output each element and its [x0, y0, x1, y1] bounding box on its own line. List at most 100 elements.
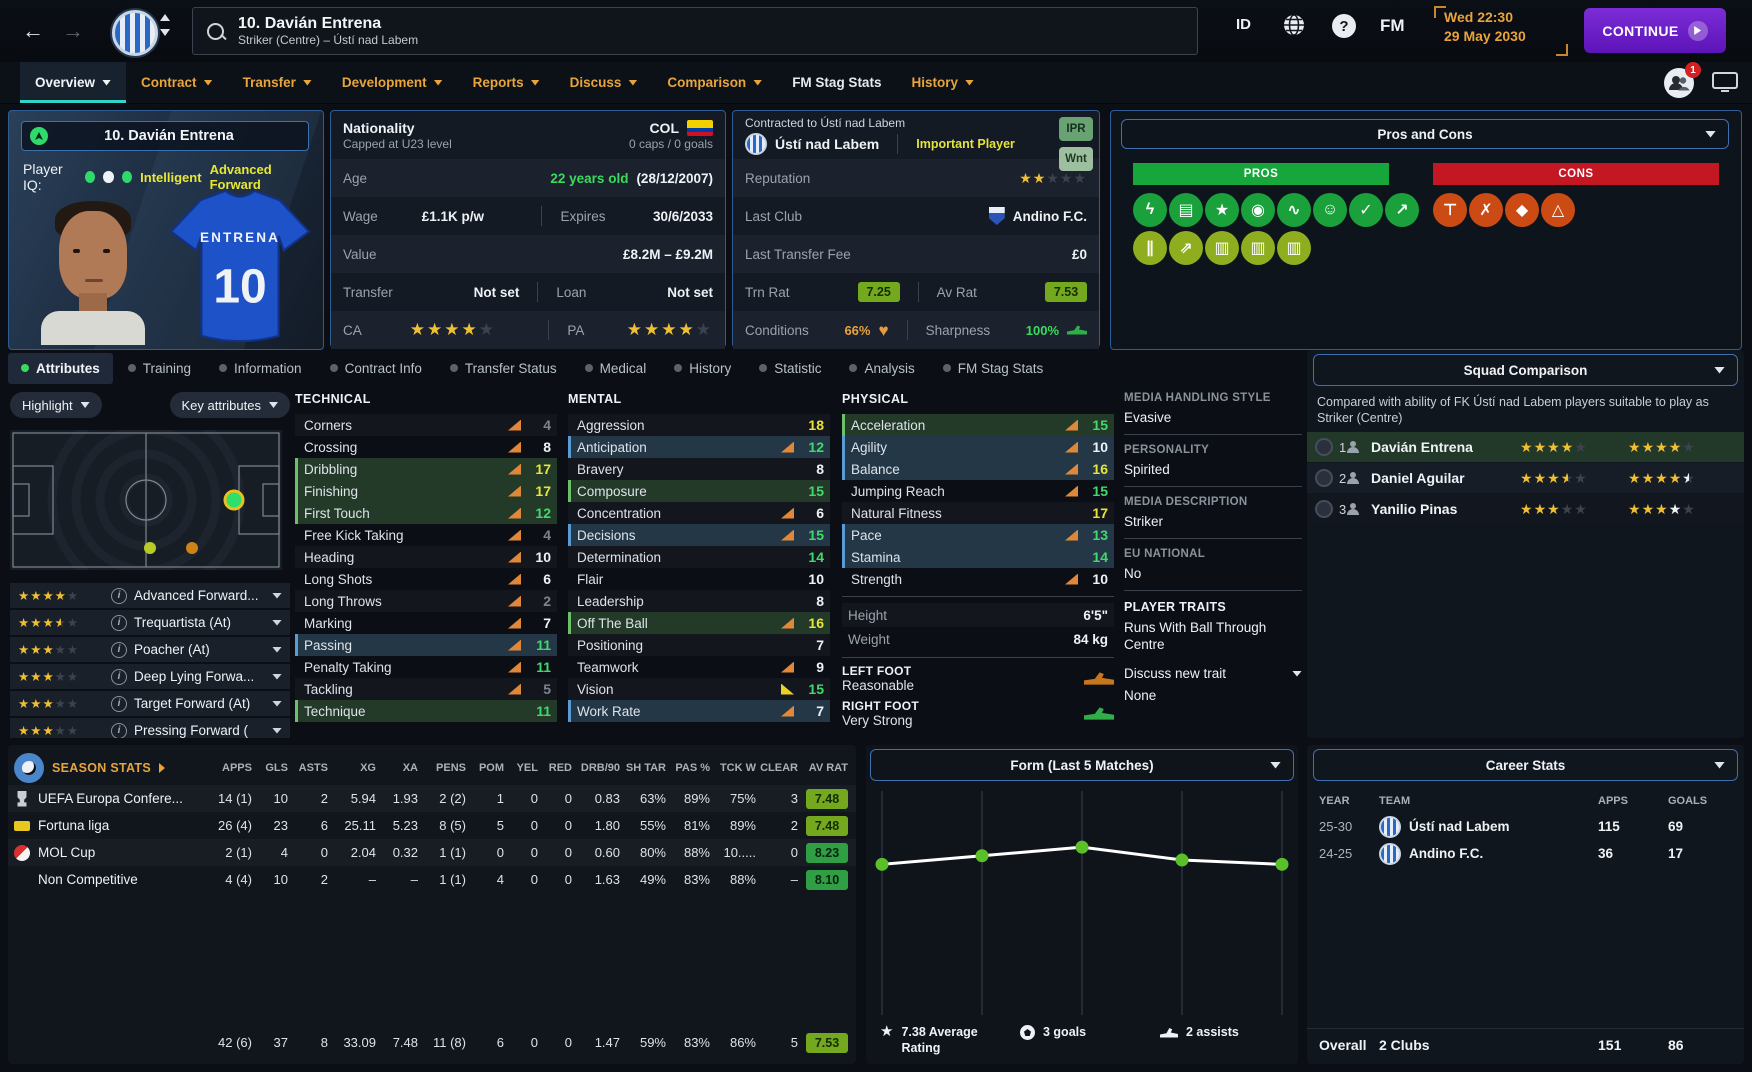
improvement-arrow-icon: [1065, 463, 1078, 475]
club-badge-icon[interactable]: [112, 10, 158, 56]
info-icon[interactable]: [111, 641, 127, 658]
help-icon[interactable]: ?: [1332, 14, 1356, 38]
nav-tab[interactable]: FM Stag Stats: [777, 62, 896, 103]
pro-trait-icon[interactable]: ϟ: [1133, 193, 1167, 227]
career-years: 25-30: [1319, 819, 1353, 834]
squad-comparison-row[interactable]: 3 Yanilio Pinas ★★★★★ ★★★★★: [1307, 494, 1744, 524]
con-trait-icon[interactable]: ⊤: [1433, 193, 1467, 227]
chevron-down-icon: [203, 79, 213, 86]
squad-comparison-row[interactable]: 2 Daniel Aguilar ★★★★ ★ ★ ★★★★: [1307, 463, 1744, 493]
role-row[interactable]: ★★★★★ Target Forward (At): [10, 691, 290, 716]
nav-tab[interactable]: Overview: [20, 62, 127, 103]
stat-column-header: APPS: [222, 762, 252, 774]
con-trait-icon[interactable]: ✗: [1469, 193, 1503, 227]
career-team[interactable]: Ústí nad Labem: [1379, 815, 1598, 838]
pro-trait-icon[interactable]: ↗: [1385, 193, 1419, 227]
pro-trait-icon[interactable]: ★: [1205, 193, 1239, 227]
last-club-name[interactable]: Andino F.C.: [1013, 209, 1087, 224]
stat-drb90: 1.63: [594, 872, 620, 887]
nav-tab[interactable]: Development: [327, 62, 458, 103]
pros-cons-header[interactable]: Pros and Cons: [1121, 119, 1729, 149]
section-tab-label: Contract Info: [344, 360, 422, 376]
date-widget[interactable]: Wed 22:30 29 May 2030: [1434, 6, 1568, 56]
step-up-icon[interactable]: [160, 14, 170, 21]
section-tab[interactable]: Medical: [572, 353, 660, 384]
form-header[interactable]: Form (Last 5 Matches): [870, 749, 1294, 781]
social-icon[interactable]: 1: [1664, 62, 1701, 101]
section-tab[interactable]: Transfer Status: [437, 353, 570, 384]
discuss-new-trait-dropdown[interactable]: Discuss new trait: [1124, 665, 1302, 682]
improvement-arrow-icon: [508, 529, 521, 541]
section-tab[interactable]: Information: [206, 353, 315, 384]
forward-arrow-icon[interactable]: →: [56, 14, 90, 48]
attribute-value: 7: [543, 615, 551, 631]
id-button[interactable]: ID: [1236, 16, 1251, 33]
notification-badge: 1: [1685, 62, 1701, 78]
chevron-down-icon[interactable]: [272, 619, 282, 626]
section-tab[interactable]: FM Stag Stats: [930, 353, 1057, 384]
nav-tab[interactable]: Comparison: [652, 62, 777, 103]
pro-trait-icon[interactable]: ▤: [1169, 193, 1203, 227]
club-stepper[interactable]: [160, 14, 170, 36]
main-nav: Overview Contract Transfer Development R…: [0, 62, 1752, 104]
chevron-down-icon[interactable]: [272, 727, 282, 734]
chevron-down-icon[interactable]: [272, 673, 282, 680]
con-trait-icon[interactable]: ◆: [1505, 193, 1539, 227]
pro-trait-icon[interactable]: ◉: [1241, 193, 1275, 227]
pros-cons-panel: Pros and Cons PROS CONS ϟ ▤ ★ ◉ ∿ ☺ ✓ ↗ ∥ ⇗ ▥ ▥ ▥ ⊤…: [1110, 110, 1742, 350]
club-name[interactable]: Ústí nad Labem: [775, 135, 879, 153]
con-trait-icon[interactable]: △: [1541, 193, 1575, 227]
pro-trait-icon[interactable]: ▥: [1205, 231, 1239, 265]
pro-trait-icon[interactable]: ▥: [1277, 231, 1311, 265]
nav-tab[interactable]: History: [896, 62, 989, 103]
nav-tab[interactable]: Reports: [458, 62, 555, 103]
world-icon[interactable]: [1282, 13, 1306, 40]
chevron-down-icon[interactable]: [272, 646, 282, 653]
pro-trait-icon[interactable]: ⇗: [1169, 231, 1203, 265]
stat-clear: 0: [790, 845, 798, 860]
section-tab[interactable]: Statistic: [746, 353, 834, 384]
career-team[interactable]: Andino F.C.: [1379, 842, 1598, 865]
search-bar[interactable]: 10. Davián Entrena Striker (Centre) – Ús…: [192, 7, 1198, 55]
highlight-dropdown[interactable]: Highlight: [10, 392, 102, 418]
section-tab[interactable]: Attributes: [8, 352, 113, 384]
stat-column-header: PAS %: [675, 762, 710, 774]
role-row[interactable]: ★★★★★ Poacher (At): [10, 637, 290, 662]
squad-comparison-header[interactable]: Squad Comparison: [1313, 354, 1738, 386]
pro-trait-icon[interactable]: ☺: [1313, 193, 1347, 227]
section-tab[interactable]: Contract Info: [317, 353, 435, 384]
pro-trait-icon[interactable]: ▥: [1241, 231, 1275, 265]
nav-tab[interactable]: Discuss: [555, 62, 653, 103]
monitor-icon[interactable]: [1712, 72, 1738, 97]
info-icon[interactable]: [111, 614, 127, 631]
role-row[interactable]: ★★★★★ Pressing Forward (: [10, 718, 290, 738]
career-stats-header[interactable]: Career Stats: [1313, 749, 1738, 781]
step-down-icon[interactable]: [160, 29, 170, 36]
pro-trait-icon[interactable]: ∿: [1277, 193, 1311, 227]
chevron-down-icon[interactable]: [272, 700, 282, 707]
player-name-bar[interactable]: 10. Davián Entrena: [21, 121, 309, 151]
info-icon[interactable]: [111, 668, 127, 685]
nav-tab[interactable]: Transfer: [228, 62, 327, 103]
pro-trait-icon[interactable]: ✓: [1349, 193, 1383, 227]
stat-pom: 4: [496, 872, 504, 887]
role-row[interactable]: ★★★★★ Advanced Forward...: [10, 583, 290, 608]
squad-comparison-row[interactable]: 1 Davián Entrena ★★★★★ ★★★★★: [1307, 432, 1744, 462]
chevron-down-icon[interactable]: [272, 592, 282, 599]
section-tab[interactable]: Analysis: [836, 353, 927, 384]
key-attributes-dropdown[interactable]: Key attributes: [169, 392, 290, 418]
season-stats-link[interactable]: SEASON STATS: [14, 753, 202, 783]
role-row[interactable]: ★★★★★ Deep Lying Forwa...: [10, 664, 290, 689]
back-arrow-icon[interactable]: ←: [16, 14, 50, 48]
section-tab[interactable]: Training: [115, 353, 204, 384]
stat-avg-rating-badge: 7.48: [806, 788, 848, 809]
info-icon[interactable]: [111, 695, 127, 712]
pro-trait-icon[interactable]: ∥: [1133, 231, 1167, 265]
stat-yel: 0: [530, 845, 538, 860]
nav-tab[interactable]: Contract: [126, 62, 228, 103]
info-icon[interactable]: [111, 722, 127, 738]
continue-button[interactable]: CONTINUE: [1584, 8, 1726, 53]
role-row[interactable]: ★★★★★ Trequartista (At): [10, 610, 290, 635]
section-tab[interactable]: History: [661, 353, 744, 384]
info-icon[interactable]: [111, 587, 127, 604]
